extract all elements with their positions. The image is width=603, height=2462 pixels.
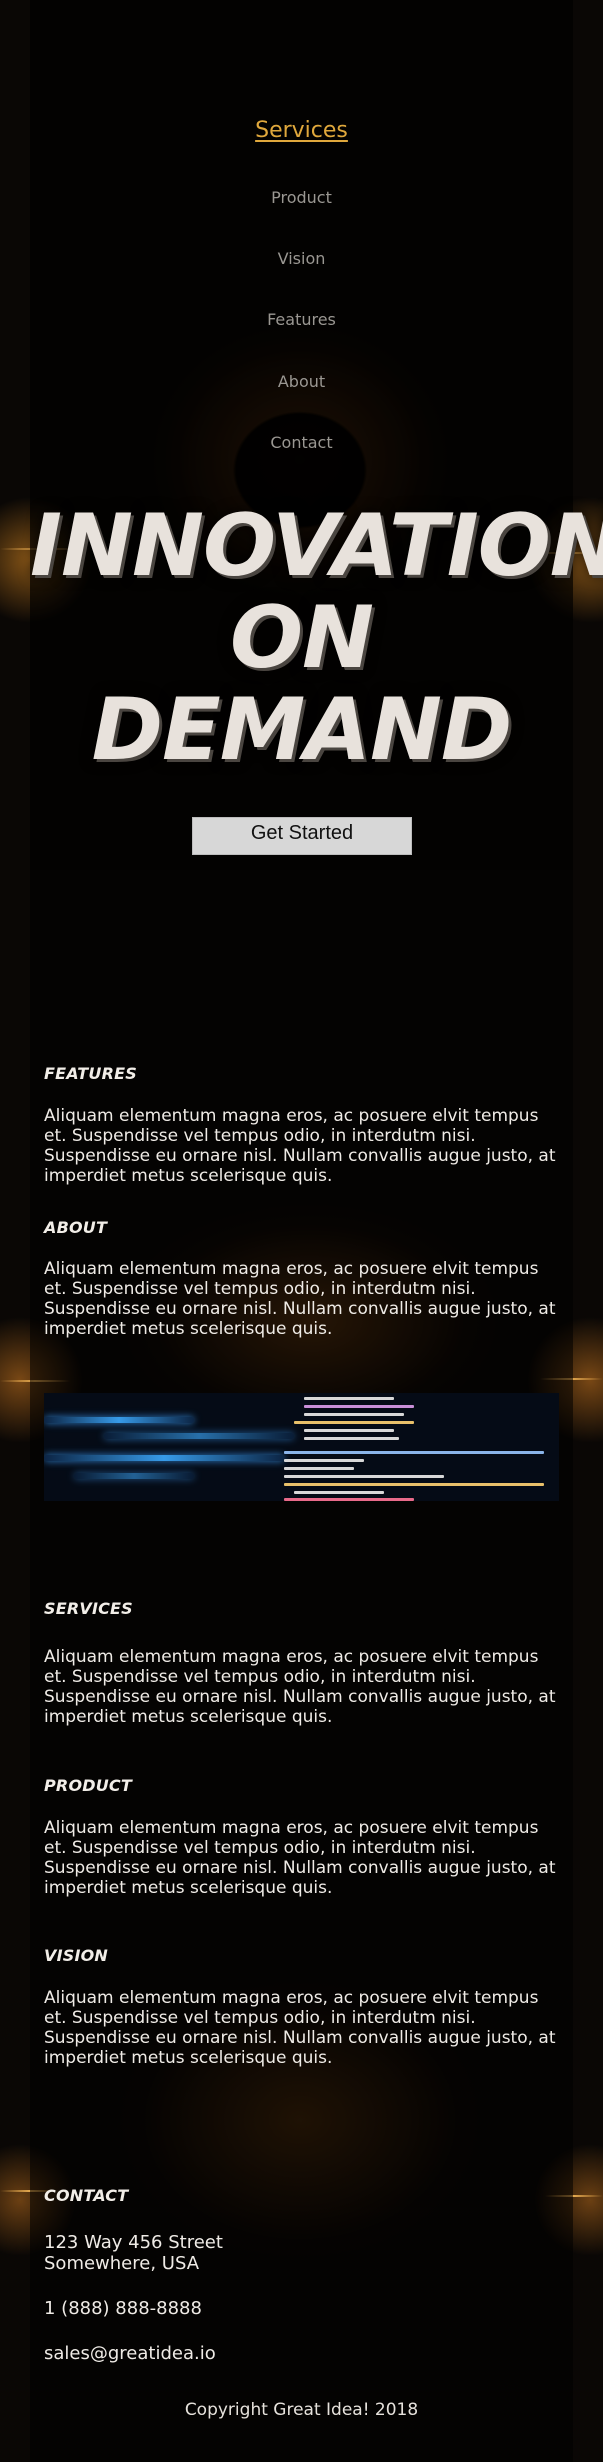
hero-title-line: INNOVATION (30, 496, 603, 596)
image-glow (44, 1455, 284, 1461)
get-started-button[interactable]: Get Started (192, 817, 412, 855)
section-heading-product: PRODUCT (44, 1776, 132, 1795)
hero-title-line: DEMAND (91, 680, 513, 780)
code-line (304, 1413, 404, 1416)
section-heading-contact: CONTACT (44, 2186, 129, 2205)
contact-email[interactable]: sales@greatidea.io (44, 2343, 216, 2364)
code-line (304, 1429, 394, 1432)
code-line (284, 1467, 354, 1470)
hero-title-line: ON (229, 588, 374, 688)
code-line (284, 1483, 544, 1486)
section-heading-features: FEATURES (44, 1064, 137, 1083)
code-line (284, 1475, 444, 1478)
code-line (284, 1451, 544, 1454)
section-body-services: Aliquam elementum magna eros, ac posuere… (44, 1647, 556, 1727)
code-line (294, 1491, 384, 1494)
section-body-vision: Aliquam elementum magna eros, ac posuere… (44, 1988, 556, 2068)
nav-link-features[interactable]: Features (30, 310, 573, 329)
code-line (294, 1421, 414, 1424)
nav-link-product[interactable]: Product (30, 188, 573, 207)
hero-title: INNOVATION ON DEMAND (30, 496, 603, 780)
footer-copyright: Copyright Great Idea! 2018 (184, 2400, 419, 2420)
code-line (304, 1437, 399, 1440)
section-body-product: Aliquam elementum magna eros, ac posuere… (44, 1818, 556, 1898)
code-line (304, 1397, 394, 1400)
image-glow (74, 1473, 194, 1479)
section-body-about: Aliquam elementum magna eros, ac posuere… (44, 1259, 556, 1339)
nav-link-contact[interactable]: Contact (30, 433, 573, 452)
nav-link-about[interactable]: About (30, 372, 573, 391)
section-body-features: Aliquam elementum magna eros, ac posuere… (44, 1106, 556, 1186)
image-glow (44, 1417, 194, 1423)
section-heading-about: ABOUT (44, 1218, 108, 1237)
code-line (304, 1405, 414, 1408)
code-line (284, 1459, 364, 1462)
code-screenshot-image (44, 1393, 559, 1501)
nav-link-vision[interactable]: Vision (30, 249, 573, 268)
image-glow (104, 1433, 294, 1439)
section-heading-vision: VISION (44, 1946, 109, 1965)
code-line (284, 1498, 414, 1501)
nav-link-services[interactable]: Services (30, 118, 573, 143)
contact-address-line2: Somewhere, USA (44, 2253, 200, 2274)
contact-address-line1: 123 Way 456 Street (44, 2232, 223, 2253)
section-heading-services: SERVICES (44, 1599, 133, 1618)
contact-phone[interactable]: 1 (888) 888-8888 (44, 2298, 202, 2319)
